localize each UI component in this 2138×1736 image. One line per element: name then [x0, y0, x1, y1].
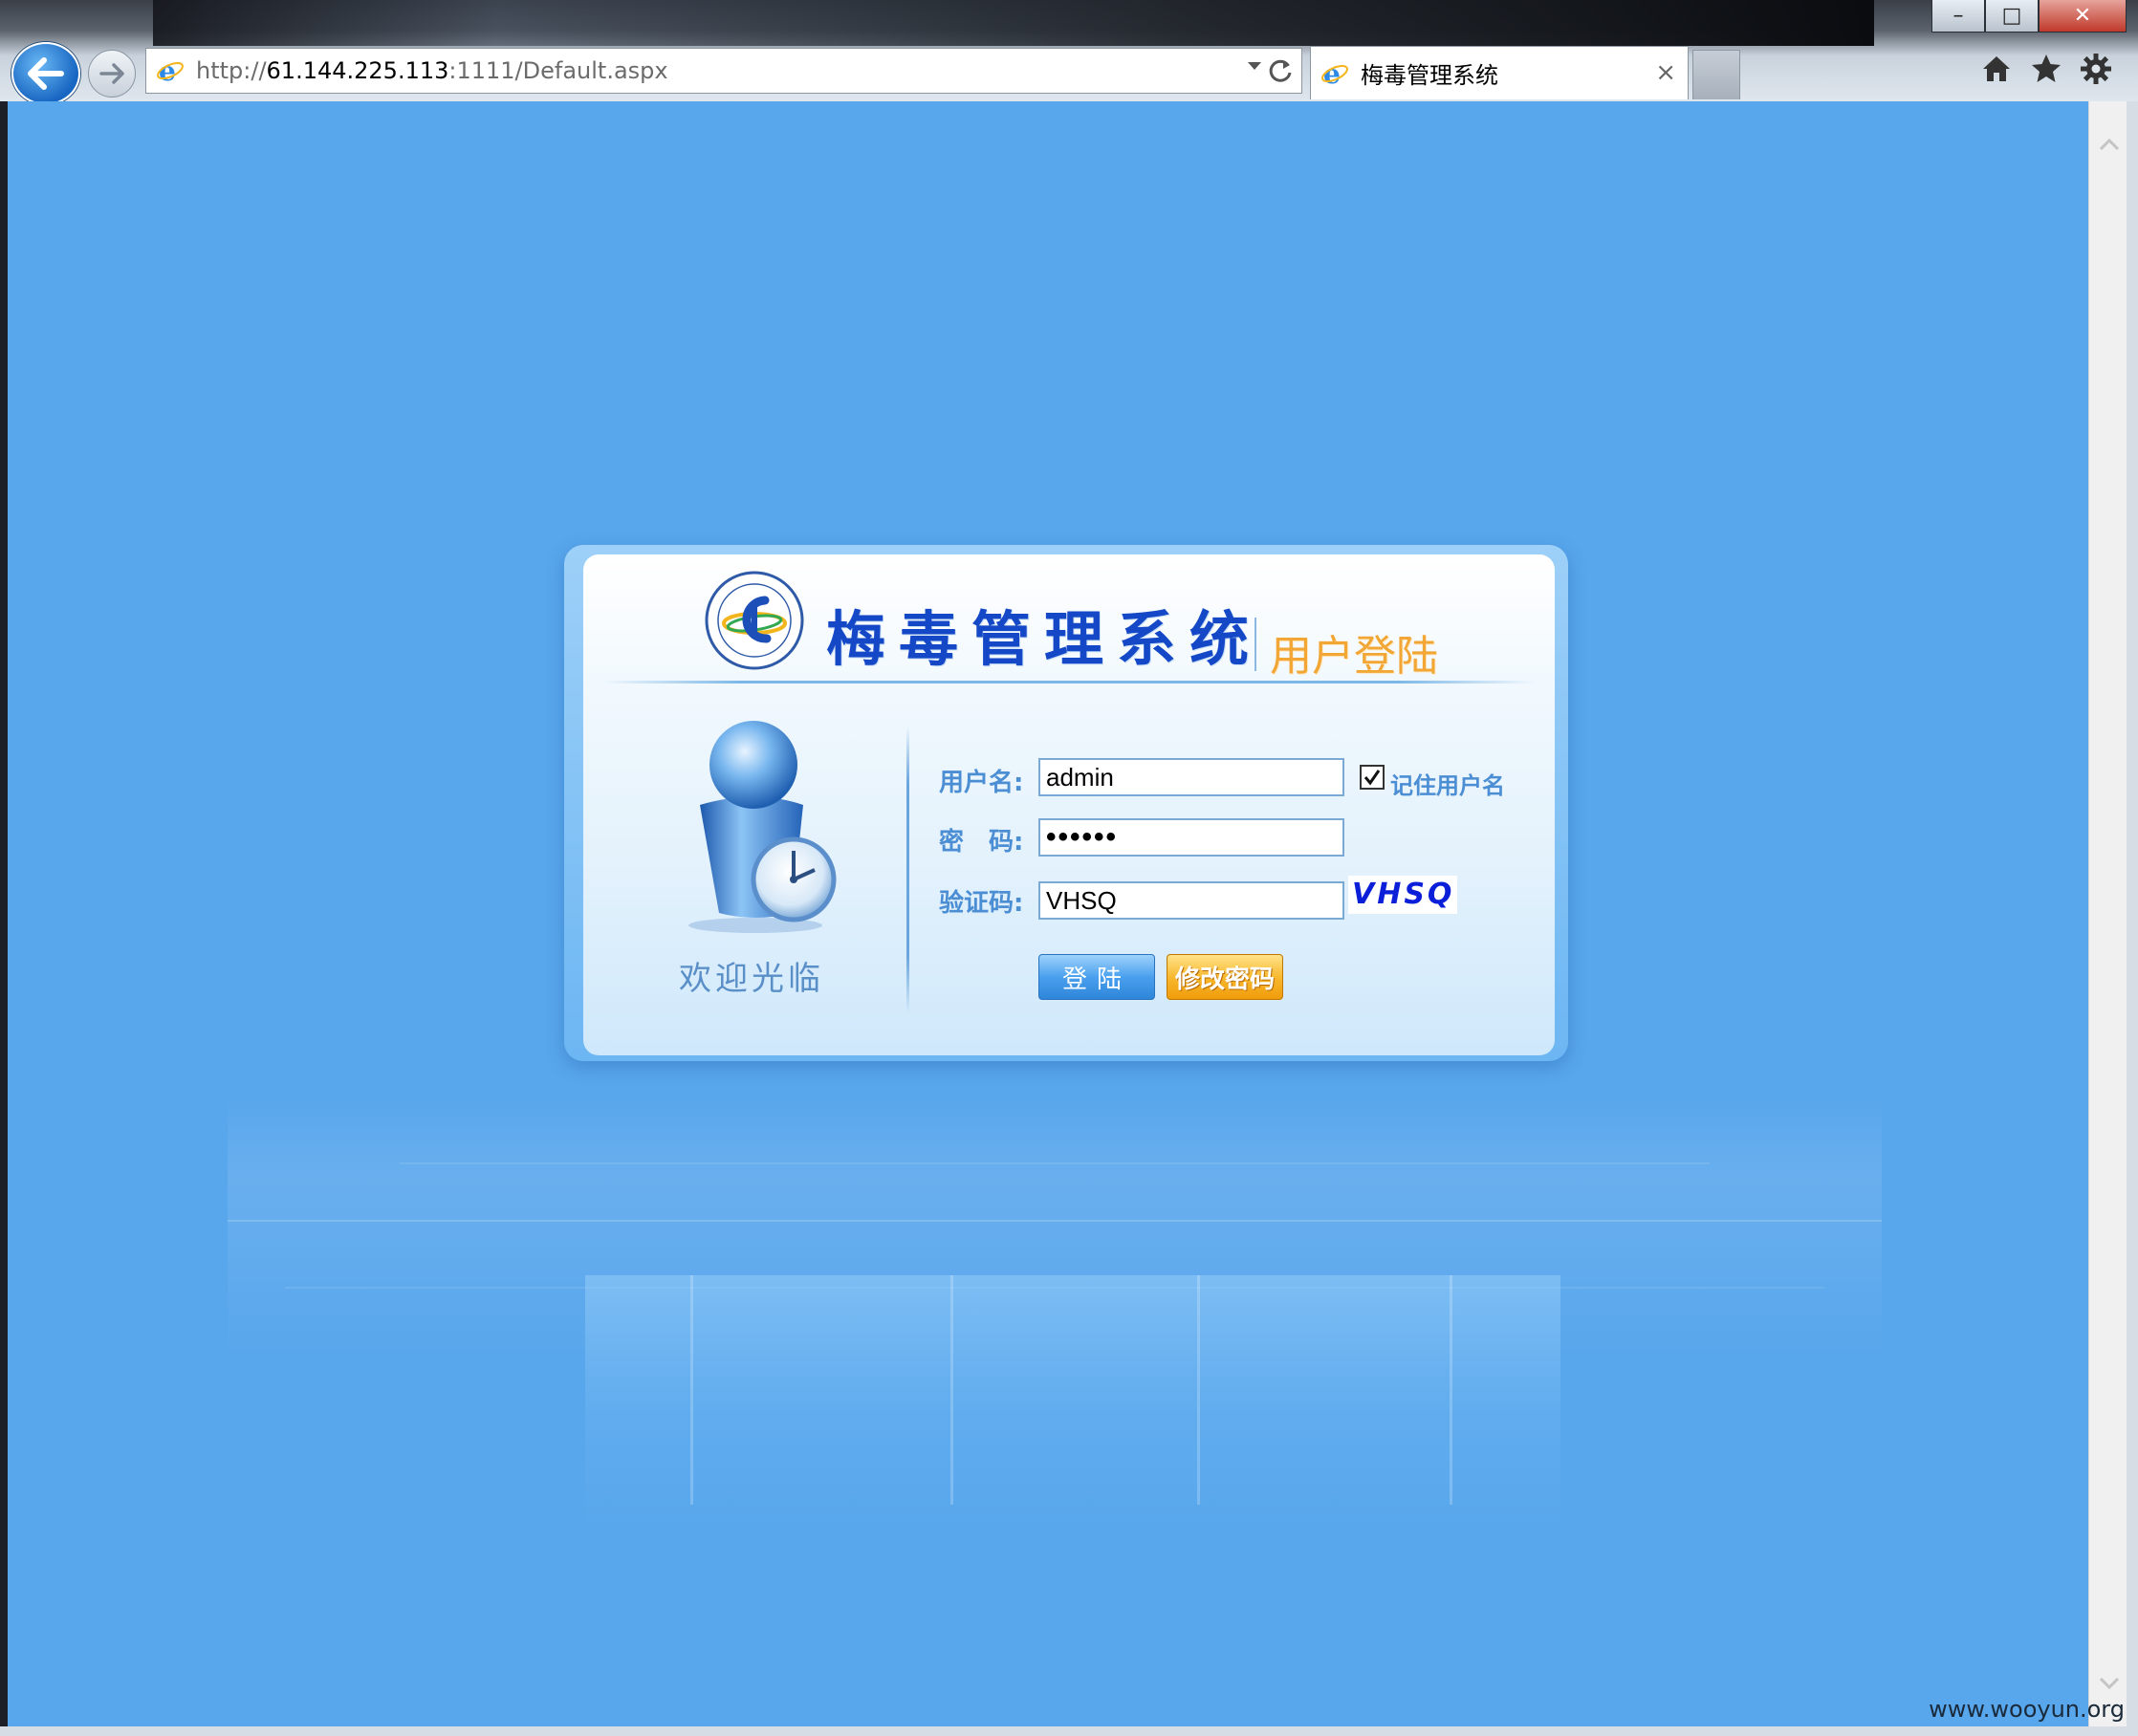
- welcome-text: 欢迎光临: [679, 960, 824, 998]
- forward-button[interactable]: [88, 50, 136, 98]
- window-frame-bottom: [0, 1726, 2138, 1736]
- vertical-scrollbar[interactable]: [2088, 101, 2127, 1726]
- tab-main[interactable]: e 梅毒管理系统 ×: [1310, 46, 1689, 99]
- ie-icon: e: [156, 56, 185, 85]
- window-controls: – □ ✕: [1931, 0, 2127, 34]
- address-dropdown-icon[interactable]: [1248, 62, 1261, 70]
- favorites-star-icon[interactable]: [2029, 52, 2063, 86]
- maximize-button[interactable]: □: [1985, 0, 2039, 33]
- title-separator: [1254, 618, 1256, 671]
- tab-ie-icon: e: [1320, 59, 1349, 88]
- scroll-down-icon[interactable]: [2099, 1677, 2120, 1690]
- checkmark-icon: [1364, 770, 1381, 786]
- remember-username-checkbox[interactable]: [1360, 765, 1385, 790]
- login-subtitle: 用户登陆: [1270, 632, 1438, 681]
- password-input[interactable]: ••••••: [1038, 818, 1344, 857]
- address-bar[interactable]: e http://61.144.225.113:1111/Default.asp…: [145, 48, 1302, 94]
- watermark-text: www.wooyun.org: [1929, 1696, 2125, 1723]
- browser-chrome: – □ ✕ e http://61.144.225.113:1111/Defau…: [0, 0, 2138, 105]
- username-input[interactable]: admin: [1038, 758, 1344, 796]
- forward-arrow-icon: [99, 63, 124, 84]
- chrome-toolbar: [1979, 52, 2113, 86]
- tab-close-icon[interactable]: ×: [1655, 58, 1676, 87]
- form-divider: [906, 727, 909, 1013]
- tab-title: 梅毒管理系统: [1361, 62, 1498, 89]
- back-arrow-icon: [28, 57, 64, 90]
- title-bar-background: [153, 0, 1874, 46]
- minimize-button[interactable]: –: [1931, 0, 1985, 33]
- new-tab-button[interactable]: [1692, 50, 1740, 99]
- login-button[interactable]: 登陆: [1038, 954, 1155, 1000]
- url-text[interactable]: http://61.144.225.113:1111/Default.aspx: [196, 57, 668, 84]
- user-avatar-icon: [688, 721, 837, 933]
- captcha-image[interactable]: VHSQ: [1348, 876, 1457, 914]
- settings-gear-icon[interactable]: [2079, 52, 2113, 86]
- header-divider: [602, 681, 1536, 684]
- window-frame-right: [2127, 101, 2138, 1736]
- username-label: 用户名:: [939, 769, 1024, 797]
- login-panel: 梅毒管理系统 用户登陆 欢迎光临 用户名: admin 记住用户名 密 码: •…: [583, 554, 1555, 1055]
- refresh-icon[interactable]: [1267, 56, 1294, 85]
- app-title: 梅毒管理系统: [826, 604, 1263, 674]
- scroll-up-icon[interactable]: [2099, 138, 2120, 151]
- remember-username-label[interactable]: 记住用户名: [1390, 767, 1505, 800]
- captcha-label: 验证码:: [939, 889, 1024, 918]
- change-password-button[interactable]: 修改密码: [1167, 954, 1283, 1000]
- logo-emblem-icon: [705, 571, 804, 670]
- panel-reflection: [585, 1275, 1560, 1533]
- home-icon[interactable]: [1979, 52, 2014, 86]
- password-label: 密 码:: [939, 828, 1024, 857]
- close-window-button[interactable]: ✕: [2039, 0, 2127, 33]
- captcha-input[interactable]: VHSQ: [1038, 881, 1344, 920]
- back-button[interactable]: [11, 42, 80, 105]
